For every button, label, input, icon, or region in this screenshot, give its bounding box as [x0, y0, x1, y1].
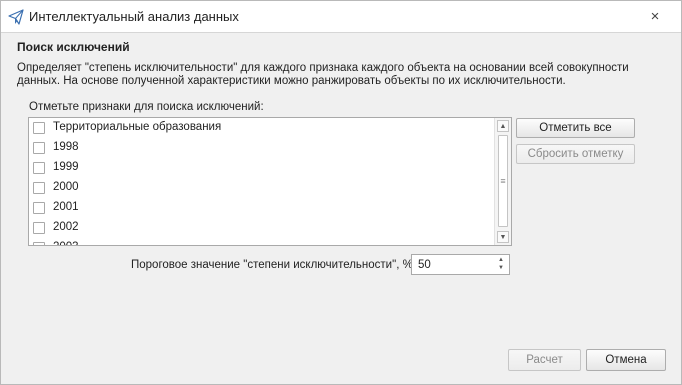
attribute-list[interactable]: Территориальные образования 1998 1999 20… — [28, 117, 512, 246]
list-item-label: 2003 — [53, 241, 79, 245]
list-item-label: 1999 — [53, 161, 79, 173]
spinner-arrows[interactable]: ▲ ▼ — [497, 256, 505, 272]
list-label: Отметьте признаки для поиска исключений: — [29, 101, 264, 113]
list-item-label: 2000 — [53, 181, 79, 193]
list-item[interactable]: Территориальные образования — [29, 118, 494, 138]
close-icon[interactable]: × — [645, 7, 665, 27]
arrow-up-icon[interactable]: ▲ — [497, 120, 509, 132]
check-all-button[interactable]: Отметить все — [516, 118, 635, 138]
list-item[interactable]: 2002 — [29, 218, 494, 238]
list-item[interactable]: 1999 — [29, 158, 494, 178]
checkbox[interactable] — [33, 202, 45, 214]
list-item-label: 2002 — [53, 221, 79, 233]
scrollbar-thumb[interactable]: ≡ — [498, 135, 508, 227]
list-item[interactable]: 1998 — [29, 138, 494, 158]
attribute-list-items: Территориальные образования 1998 1999 20… — [29, 118, 494, 245]
checkbox[interactable] — [33, 122, 45, 134]
section-title: Поиск исключений — [17, 40, 130, 54]
list-item[interactable]: 2000 — [29, 178, 494, 198]
spin-down-icon[interactable]: ▼ — [497, 264, 505, 272]
checkbox[interactable] — [33, 182, 45, 194]
list-item[interactable]: 2003 — [29, 238, 494, 245]
checkbox[interactable] — [33, 242, 45, 245]
list-item[interactable]: 2001 — [29, 198, 494, 218]
grip-icon: ≡ — [500, 176, 506, 186]
list-item-label: 1998 — [53, 141, 79, 153]
checkbox[interactable] — [33, 142, 45, 154]
checkbox[interactable] — [33, 162, 45, 174]
title-bar: Интеллектуальный анализ данных × — [1, 1, 681, 33]
threshold-spinner[interactable]: 50 ▲ ▼ — [411, 254, 510, 275]
dialog-window: Интеллектуальный анализ данных × Поиск и… — [0, 0, 682, 385]
run-button[interactable]: Расчет — [508, 349, 581, 371]
list-item-label: 2001 — [53, 201, 79, 213]
threshold-label: Пороговое значение "степени исключительн… — [131, 259, 420, 271]
paper-plane-icon — [8, 9, 24, 25]
checkbox[interactable] — [33, 222, 45, 234]
window-title: Интеллектуальный анализ данных — [29, 9, 239, 24]
cancel-button[interactable]: Отмена — [586, 349, 666, 371]
spin-up-icon[interactable]: ▲ — [497, 256, 505, 264]
reset-selection-button[interactable]: Сбросить отметку — [516, 144, 635, 164]
list-scrollbar[interactable]: ▲ ≡ ▼ — [494, 118, 511, 245]
list-item-label: Территориальные образования — [53, 121, 222, 133]
section-description: Определяет "степень исключительности" дл… — [17, 62, 629, 87]
arrow-down-icon[interactable]: ▼ — [497, 231, 509, 243]
threshold-value[interactable]: 50 — [418, 259, 431, 271]
